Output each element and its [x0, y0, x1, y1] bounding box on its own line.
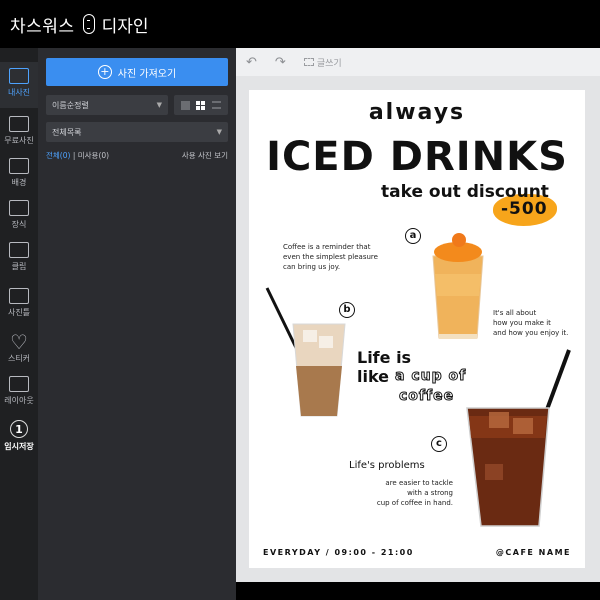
text-box-icon	[303, 58, 314, 66]
rail-label: 무료사진	[4, 136, 34, 145]
its-about-text[interactable]: It's all about how you make it and how y…	[493, 308, 568, 338]
save-icon: 1	[10, 420, 28, 438]
rail-item-decoration[interactable]: 장식	[0, 194, 38, 240]
rail-label: 스티커	[7, 354, 31, 363]
text-line: It's all about	[493, 309, 537, 317]
app-title: 차스워스	[10, 16, 75, 37]
rail-label: 레이아웃	[4, 396, 34, 405]
chevron-down-icon: ▼	[156, 101, 162, 109]
text-line: Coffee is a reminder that	[283, 243, 371, 251]
app-header: 차스워스 디자인	[0, 0, 600, 48]
import-button-label: 사진 가져오기	[117, 68, 177, 80]
marker-a[interactable]: a	[405, 228, 421, 244]
poster-headline[interactable]: ICED DRINKS	[249, 134, 585, 180]
show-used-toggle[interactable]: 사용 사진 보기	[182, 150, 228, 161]
text-tool-button[interactable]: 글쓰기	[303, 56, 342, 69]
rail-item-layout[interactable]: 레이아웃	[0, 370, 38, 416]
import-photo-button[interactable]: + 사진 가져오기	[46, 58, 228, 86]
opening-hours[interactable]: EVERYDAY / 09:00 - 21:00	[263, 548, 414, 557]
canvas-toolbar: ↶ ↷ 글쓰기	[236, 48, 600, 76]
rail-label: 사진틀	[7, 308, 31, 317]
problems-title[interactable]: Life's problems	[349, 460, 425, 471]
free-photo-icon	[9, 116, 29, 132]
text-line: how you make it	[493, 319, 551, 327]
logo-icon	[82, 14, 95, 34]
filter-all[interactable]: 전체(0)	[46, 151, 70, 160]
folder-select[interactable]: 전체목록 ▼	[46, 122, 228, 142]
problems-body[interactable]: are easier to tackle with a strong cup o…	[353, 478, 453, 508]
chevron-down-icon: ▼	[216, 128, 222, 136]
heart-icon	[9, 330, 29, 354]
view-toggle	[174, 95, 228, 115]
decoration-icon	[9, 200, 29, 216]
rail-item-sticker[interactable]: 스티커	[0, 328, 38, 374]
coffee-reminder-text[interactable]: Coffee is a reminder that even the simpl…	[283, 242, 378, 272]
photo-filters: 전체(0) | 미사용(0) 사용 사진 보기	[46, 150, 228, 161]
rail-item-my-photos[interactable]: 내사진	[0, 62, 38, 108]
rail-label: 배경	[11, 178, 27, 187]
poster-always[interactable]: always	[249, 100, 585, 125]
discount-value[interactable]: -500	[501, 199, 548, 219]
poster-page[interactable]: always ICED DRINKS take out discount -50…	[249, 90, 585, 568]
text-line: cup of coffee in hand.	[376, 499, 453, 507]
clip-icon	[9, 242, 29, 258]
folder-select-value: 전체목록	[52, 127, 82, 137]
bottom-strip	[236, 582, 600, 600]
single-view-icon[interactable]	[181, 100, 191, 110]
redo-icon[interactable]: ↷	[275, 55, 286, 70]
text-tool-label: 글쓰기	[316, 58, 342, 69]
orange-drink-image[interactable]	[423, 226, 493, 346]
app-title-suffix: 디자인	[101, 16, 149, 37]
rail-item-free-photos[interactable]: 무료사진	[0, 110, 38, 156]
rail-item-background[interactable]: 배경	[0, 152, 38, 198]
layout-icon	[9, 376, 29, 392]
plus-icon: +	[97, 65, 112, 79]
iced-latte-image[interactable]	[263, 286, 353, 420]
text-line: Life is	[357, 348, 412, 367]
photo-icon	[9, 68, 29, 84]
rail-item-clip[interactable]: 클립	[0, 236, 38, 282]
grid-view-icon[interactable]	[196, 100, 206, 110]
sort-select-value: 이름순정렬	[52, 100, 89, 110]
rail-item-temp-save[interactable]: 1 임시저장	[0, 414, 38, 460]
filter-unused[interactable]: 미사용(0)	[78, 151, 109, 160]
tool-rail: 내사진 무료사진 배경 장식 클립 사진틀 스티커 레이아웃 1 임시저장	[0, 48, 38, 600]
background-icon	[9, 158, 29, 174]
rail-label: 내사진	[7, 88, 31, 97]
rail-label: 임시저장	[4, 442, 34, 451]
rail-item-frame[interactable]: 사진틀	[0, 282, 38, 328]
rail-label: 클립	[11, 262, 27, 271]
iced-americano-image[interactable]	[445, 346, 577, 532]
sort-select[interactable]: 이름순정렬 ▼	[46, 95, 168, 115]
text-line: can bring us joy.	[283, 263, 341, 271]
cafe-name[interactable]: @CAFE NAME	[496, 548, 571, 557]
text-line: and how you enjoy it.	[493, 329, 569, 337]
undo-icon[interactable]: ↶	[246, 55, 257, 70]
text-line: are easier to tackle	[385, 479, 453, 487]
photo-panel: + 사진 가져오기 이름순정렬 ▼ 전체목록 ▼ 전체(0) | 미사용(0) …	[38, 48, 236, 600]
rail-label: 장식	[11, 220, 27, 229]
text-line: with a strong	[407, 489, 453, 497]
frame-icon	[9, 288, 29, 304]
text-line: even the simplest pleasure	[283, 253, 378, 261]
list-view-icon[interactable]	[211, 101, 221, 109]
